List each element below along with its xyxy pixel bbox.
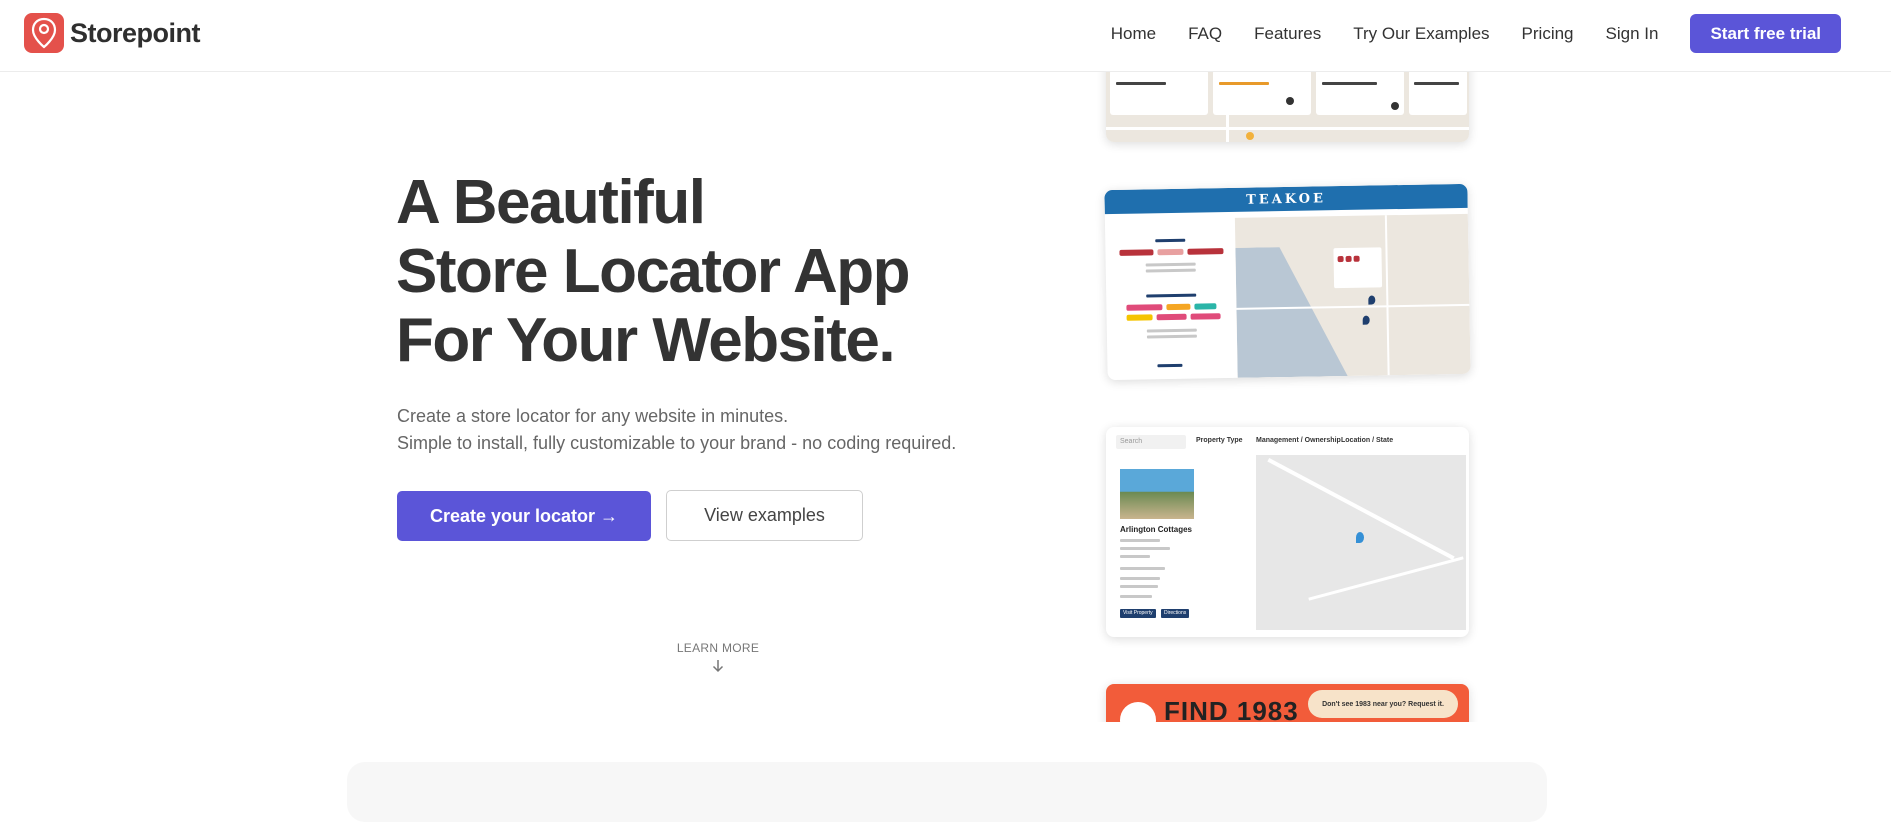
nav-sign-in[interactable]: Sign In (1606, 24, 1659, 44)
top-nav: Storepoint Home FAQ Features Try Our Exa… (0, 0, 1891, 72)
hero-subtitle: Create a store locator for any website i… (397, 403, 956, 457)
brand-name: Storepoint (70, 17, 201, 48)
hero-subtitle-line-1: Create a store locator for any website i… (397, 406, 789, 426)
find-banner-title: FIND 1983 (1164, 696, 1299, 722)
view-examples-button[interactable]: View examples (666, 490, 863, 541)
map-pin-icon (24, 13, 64, 53)
nav-try-examples[interactable]: Try Our Examples (1353, 24, 1489, 44)
example-card-find[interactable]: FIND 1983 Don't see 1983 near you? Reque… (1106, 684, 1469, 722)
listing-name: Arlington Cottages (1120, 525, 1192, 534)
nav-links: Home FAQ Features Try Our Examples Prici… (1111, 14, 1841, 53)
arrow-down-icon (712, 660, 724, 673)
hero-title-line-1: A Beautiful (396, 168, 706, 237)
create-locator-button[interactable]: Create your locator → (397, 491, 651, 541)
visit-property-button: Visit Property (1120, 609, 1156, 618)
example-card-teakoe[interactable]: TEAKOE (1104, 183, 1471, 381)
example-card-property[interactable]: Search Property Type Management / Owners… (1106, 427, 1469, 637)
learn-more-link[interactable]: LEARN MORE (668, 641, 768, 673)
hero-title-line-3: For Your Website. (396, 306, 896, 375)
nav-features[interactable]: Features (1254, 24, 1321, 44)
learn-more-label: LEARN MORE (676, 641, 760, 655)
nav-pricing[interactable]: Pricing (1522, 24, 1574, 44)
filter-property-type: Property Type (1196, 437, 1243, 444)
brand-logo[interactable]: Storepoint (24, 13, 201, 53)
nav-home[interactable]: Home (1111, 24, 1156, 44)
nav-faq[interactable]: FAQ (1188, 24, 1222, 44)
hero-subtitle-line-2: Simple to install, fully customizable to… (397, 433, 957, 453)
filter-location: Location / State (1341, 437, 1394, 444)
property-search-input: Search (1116, 435, 1186, 449)
example-screenshots: TEAKOE Search Property Type Management /… (1050, 72, 1500, 722)
next-section-panel (347, 762, 1547, 822)
example-card-liquor[interactable] (1106, 72, 1469, 142)
hero-title: A Beautiful Store Locator App For Your W… (396, 168, 996, 375)
directions-button: Directions (1161, 609, 1190, 618)
filter-management: Management / Ownership (1256, 437, 1341, 444)
hero-title-line-2: Store Locator App (396, 237, 911, 306)
find-banner-note: Don't see 1983 near you? Request it. (1308, 690, 1458, 718)
start-free-trial-button[interactable]: Start free trial (1690, 14, 1841, 53)
